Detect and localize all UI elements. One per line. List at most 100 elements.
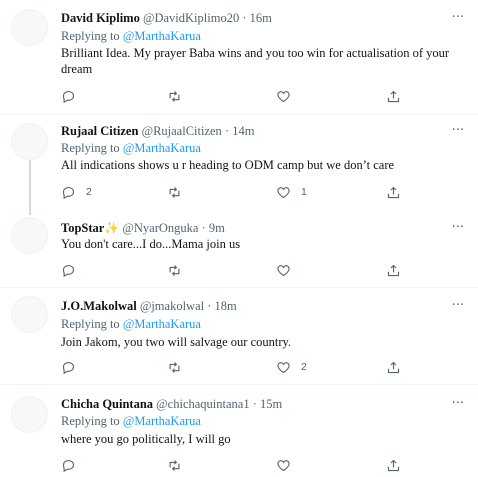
tweet-text: Join Jakom, you two will salvage our cou… [61,335,292,349]
more-options-icon[interactable]: ··· [452,298,464,313]
share-button[interactable] [386,87,401,105]
heart-icon [277,90,290,102]
replying-to-label: Replying to [61,141,120,155]
like-button[interactable] [276,87,301,105]
author-name[interactable]: Rujaal Citizen [61,124,138,138]
tweet[interactable]: Rujaal Citizen @RujaalCitizen · 14m ··· … [0,115,478,213]
share-button[interactable] [386,358,401,376]
timestamp[interactable]: 15m [260,397,282,411]
heart-icon [277,264,290,276]
tweet-actions: 2 [61,358,421,376]
reply-button[interactable] [61,456,86,474]
author-handle[interactable]: @RujaalCitizen [142,124,222,138]
sparkles-emoji: ✨ [104,221,120,235]
more-options-icon[interactable]: ··· [452,123,464,138]
avatar[interactable] [11,217,48,254]
like-button[interactable]: 1 [276,183,307,201]
like-button[interactable] [276,456,301,474]
reply-icon [62,90,75,103]
tweet[interactable]: J.O.Makolwal @jmakolwal · 18m ··· Replyi… [0,288,478,384]
separator-dot: · [207,299,212,313]
heart-icon [277,459,290,471]
retweet-button[interactable] [167,261,192,279]
tweet-text: where you go politically, I will go [61,432,231,446]
retweet-icon [169,90,180,102]
author-name[interactable]: TopStar [61,221,104,235]
replying-to-label: Replying to [61,29,120,43]
reply-to-mention[interactable]: @MarthaKarua [123,414,201,428]
retweet-button[interactable] [167,183,192,201]
reply-icon [62,361,75,374]
heart-icon [277,186,290,198]
tweet-header: J.O.Makolwal @jmakolwal · 18m [61,298,237,314]
reply-icon [62,186,75,199]
author-handle[interactable]: @NyarOnguka [122,221,198,235]
reply-count: 2 [86,186,92,198]
separator-dot: · [201,221,206,235]
share-icon [387,361,400,373]
retweet-button[interactable] [167,358,192,376]
more-options-icon[interactable]: ··· [452,396,464,411]
reply-icon [62,264,75,277]
reply-to-mention[interactable]: @MarthaKarua [123,141,201,155]
replying-to: Replying to @MarthaKarua [61,28,201,44]
tweet-text: Brilliant Idea. My prayer Baba wins and … [61,46,450,76]
tweet-header: Rujaal Citizen @RujaalCitizen · 14m [61,123,254,139]
author-handle[interactable]: @DavidKiplimo20 [143,11,239,25]
retweet-button[interactable] [167,87,192,105]
share-button[interactable] [386,456,401,474]
heart-icon [277,361,290,373]
reply-button[interactable]: 2 [61,183,92,201]
tweet[interactable]: David Kiplimo @DavidKiplimo20 · 16m ··· … [0,0,478,114]
retweet-icon [169,264,180,276]
reply-icon [62,459,75,472]
avatar[interactable] [11,9,48,46]
like-count: 1 [301,186,307,198]
reply-to-mention[interactable]: @MarthaKarua [123,317,201,331]
more-options-icon[interactable]: ··· [452,10,464,25]
share-button[interactable] [386,183,401,201]
tweet-actions [61,261,421,279]
separator-dot: · [242,11,247,25]
more-options-icon[interactable]: ··· [452,220,464,235]
reply-to-mention[interactable]: @MarthaKarua [123,29,201,43]
author-name[interactable]: J.O.Makolwal [61,299,137,313]
tweet[interactable]: TopStar✨ @NyarOnguka · 9m ··· You don't … [0,213,478,287]
replying-to-label: Replying to [61,317,120,331]
replying-to: Replying to @MarthaKarua [61,413,201,429]
share-icon [387,264,400,276]
author-handle[interactable]: @chichaquintana1 [156,397,249,411]
replying-to: Replying to @MarthaKarua [61,316,201,332]
replying-to-label: Replying to [61,414,120,428]
timestamp[interactable]: 18m [215,299,237,313]
avatar[interactable] [11,296,48,333]
like-button[interactable] [276,261,301,279]
retweet-button[interactable] [167,456,192,474]
share-icon [387,186,400,198]
replying-to: Replying to @MarthaKarua [61,140,201,156]
tweet-actions [61,456,421,474]
share-icon [387,90,400,102]
author-name[interactable]: David Kiplimo [61,11,140,25]
retweet-icon [169,459,180,471]
share-button[interactable] [386,261,401,279]
timestamp[interactable]: 16m [250,11,272,25]
tweet-text: You don't care...I do...Mama join us [61,237,241,251]
avatar[interactable] [11,123,48,160]
tweet-actions [61,87,421,105]
author-handle[interactable]: @jmakolwal [140,299,204,313]
retweet-icon [169,361,180,373]
tweet[interactable]: Chicha Quintana @chichaquintana1 · 15m ·… [0,385,478,477]
reply-button[interactable] [61,358,86,376]
like-button[interactable]: 2 [276,358,307,376]
tweet-actions: 2 1 [61,183,421,201]
tweet-text: All indications shows u r heading to ODM… [61,158,395,172]
author-name[interactable]: Chicha Quintana [61,397,153,411]
separator-dot: · [224,124,230,138]
reply-button[interactable] [61,87,86,105]
avatar[interactable] [11,396,48,433]
timestamp[interactable]: 14m [232,124,254,138]
timestamp[interactable]: 9m [209,221,225,235]
separator-dot: · [252,397,257,411]
reply-button[interactable] [61,261,86,279]
